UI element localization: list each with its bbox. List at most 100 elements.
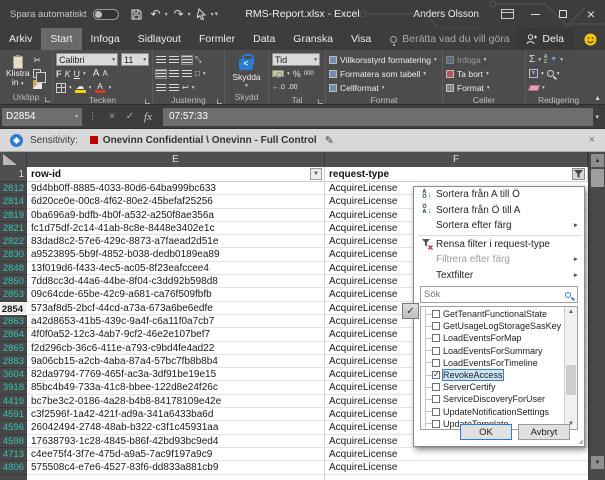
bold-button[interactable]: F [56, 69, 62, 79]
ribbon-tab[interactable]: Start [41, 28, 81, 50]
insert-cells-button[interactable]: Infoga▾ [446, 53, 522, 66]
filter-option-checkbox[interactable] [432, 310, 440, 318]
share-button[interactable]: Dela [516, 28, 574, 50]
filter-option[interactable]: RevokeAccess [426, 369, 563, 381]
cell-row-id[interactable]: a9523895-5b9f-4852-b038-dedb0189ea89 [27, 248, 325, 261]
vertical-scrollbar[interactable]: ▲ ▼ [588, 152, 605, 480]
scrollbar-thumb[interactable] [591, 169, 604, 187]
row-number[interactable]: 2863 [0, 315, 27, 328]
cell-row-id[interactable]: c3f2596f-1a42-421f-ad9a-341a6433ba6d [27, 408, 325, 421]
filter-option[interactable]: LoadEventsForTimeline [426, 357, 563, 369]
protect-button[interactable]: Skydda ▾ [229, 53, 263, 91]
row-number-1[interactable]: 1 [0, 167, 27, 182]
dialog-launcher-icon[interactable] [217, 99, 222, 104]
dialog-launcher-icon[interactable] [45, 97, 50, 102]
copy-icon[interactable] [33, 69, 41, 78]
insert-function-icon[interactable]: fx [139, 111, 157, 123]
list-scroll-up-icon[interactable]: ▲ [565, 309, 577, 315]
request-type-filter-funnel-icon[interactable] [572, 168, 585, 180]
decrease-indent-icon[interactable] [156, 84, 166, 92]
expand-formula-bar-icon[interactable]: ▾ [595, 113, 605, 121]
font-size-combo[interactable]: 11▾ [121, 53, 149, 66]
row-number[interactable]: 3604 [0, 368, 27, 381]
cell-styles-button[interactable]: Cellformat▾ [329, 81, 439, 94]
row-number[interactable]: 2850 [0, 275, 27, 288]
delete-cells-button[interactable]: Ta bort▾ [446, 67, 522, 80]
tell-me-box[interactable]: Berätta vad du vill göra [390, 28, 509, 50]
row-number[interactable] [0, 475, 27, 480]
stray-check-button[interactable]: ✓ [402, 303, 419, 319]
align-right-icon[interactable] [182, 70, 192, 78]
accounting-format-icon[interactable] [272, 70, 284, 77]
list-scrollbar-thumb[interactable] [566, 365, 576, 395]
row-number[interactable]: 2848 [0, 262, 27, 275]
confirm-entry-icon[interactable]: ✓ [121, 111, 139, 122]
close-sensitivity-bar-icon[interactable]: × [589, 134, 595, 146]
cell-row-id[interactable]: 0ba696a9-bdfb-4b0f-a532-a250f8ae356a [27, 209, 325, 222]
filter-search-input[interactable] [421, 289, 565, 300]
filter-option-checkbox[interactable] [432, 395, 440, 403]
cancel-entry-icon[interactable]: × [103, 111, 121, 122]
cell-row-id[interactable]: f2d296cb-36c6-411e-a793-c9bd4fe4ad22 [27, 342, 325, 355]
borders-icon[interactable] [56, 83, 66, 93]
cell-row-id[interactable]: 09c64cde-65be-42c9-a681-ca76f509fbfb [27, 288, 325, 301]
filter-option[interactable]: LoadEventsForMap [426, 332, 563, 344]
header-cell-row-id[interactable]: row-id ▼ [27, 167, 325, 182]
customize-qat-icon[interactable]: ▾ [215, 10, 219, 18]
filter-option[interactable]: GetUsageLogStorageSasKey [426, 320, 563, 332]
comma-style-icon[interactable]: 000 [304, 71, 314, 77]
row-number[interactable]: 2822 [0, 235, 27, 248]
name-box[interactable]: D2854▾ [2, 108, 82, 126]
cell-row-id[interactable]: 4f0f0a52-12c3-4ab7-9cf2-46e2e107bef7 [27, 328, 325, 341]
row-number[interactable]: 2819 [0, 209, 27, 222]
ribbon-tab[interactable]: Formler [190, 28, 244, 50]
redo-dropdown-icon[interactable]: ▾ [188, 11, 191, 18]
increase-decimal-icon[interactable]: ←.0 [272, 84, 285, 91]
sort-filter-icon[interactable]: AZ [544, 55, 547, 65]
formula-input[interactable]: 07:57:33 [163, 108, 593, 126]
ribbon-tab[interactable]: Infoga [82, 28, 129, 50]
clear-icon[interactable] [528, 85, 540, 91]
row-number[interactable]: 4591 [0, 408, 27, 421]
format-cells-button[interactable]: Format▾ [446, 81, 522, 94]
filter-option-checkbox[interactable] [432, 383, 440, 391]
cell-row-id[interactable]: 13f019d6-f433-4ec5-ac05-8f23eafccee4 [27, 262, 325, 275]
row-number[interactable]: 2853 [0, 288, 27, 301]
cell-row-id[interactable]: fc1d75df-2c14-41ab-8c8e-8448e3402e1c [27, 222, 325, 235]
cell-row-id[interactable]: 85bc4b49-733a-41c8-bbee-122d8e24f26c [27, 381, 325, 394]
autosum-icon[interactable]: Σ [529, 54, 535, 65]
ribbon-display-options-icon[interactable] [493, 0, 521, 28]
row-id-filter-dropdown-icon[interactable]: ▼ [310, 168, 322, 180]
column-header-e[interactable]: E [27, 152, 325, 167]
align-middle-icon[interactable] [169, 56, 179, 64]
find-select-icon[interactable] [547, 70, 554, 77]
menu-item-sort-by-color[interactable]: Sortera efter färg► [414, 218, 584, 234]
name-box-dropdown-icon[interactable]: ▾ [75, 114, 78, 120]
row-number[interactable]: 2812 [0, 182, 27, 195]
select-all-corner[interactable] [0, 152, 27, 167]
row-number[interactable]: 4596 [0, 421, 27, 434]
ribbon-tab[interactable]: Visa [342, 28, 380, 50]
number-format-combo[interactable]: Tid▾ [272, 53, 320, 66]
cell-row-id[interactable]: 26042494-2748-48ab-b322-c3f1c45931aa [27, 421, 325, 434]
save-icon[interactable] [129, 5, 145, 23]
orientation-icon[interactable]: ⤡ [195, 55, 201, 65]
decrease-decimal-icon[interactable]: .00 [288, 84, 298, 91]
scroll-down-icon[interactable]: ▼ [591, 456, 604, 469]
cell-row-id[interactable]: 6d20ce0e-00c8-4f62-80e2-45befaf25256 [27, 195, 325, 208]
shrink-font-button[interactable]: A [102, 69, 107, 78]
row-number[interactable]: 2854 [0, 302, 27, 315]
cell-request-type[interactable]: AcquireLicense [325, 461, 588, 474]
row-number[interactable]: 3918 [0, 381, 27, 394]
cell-row-id[interactable]: 83dad8c2-57e6-429c-8873-a7faead2d51e [27, 235, 325, 248]
autosave-toggle[interactable] [93, 9, 119, 20]
format-as-table-button[interactable]: Formatera som tabell▾ [329, 67, 439, 80]
filter-option-checkbox[interactable] [432, 408, 440, 416]
filter-option[interactable]: UpdateNotificationSettings [426, 406, 563, 418]
cell-row-id[interactable]: a42d8653-41b5-439c-9a4f-c6a11f0a7cb7 [27, 315, 325, 328]
scroll-up-icon[interactable]: ▲ [591, 154, 604, 167]
edit-sensitivity-icon[interactable]: ✎ [325, 134, 334, 147]
cell-request-type[interactable]: AcquireLicense [325, 448, 588, 461]
cell-row-id[interactable]: 17638793-1c28-4845-b86f-42bd93bc9ed4 [27, 435, 325, 448]
cell-row-id[interactable]: 82da9794-7769-465f-ac3a-3df91be19e15 [27, 368, 325, 381]
